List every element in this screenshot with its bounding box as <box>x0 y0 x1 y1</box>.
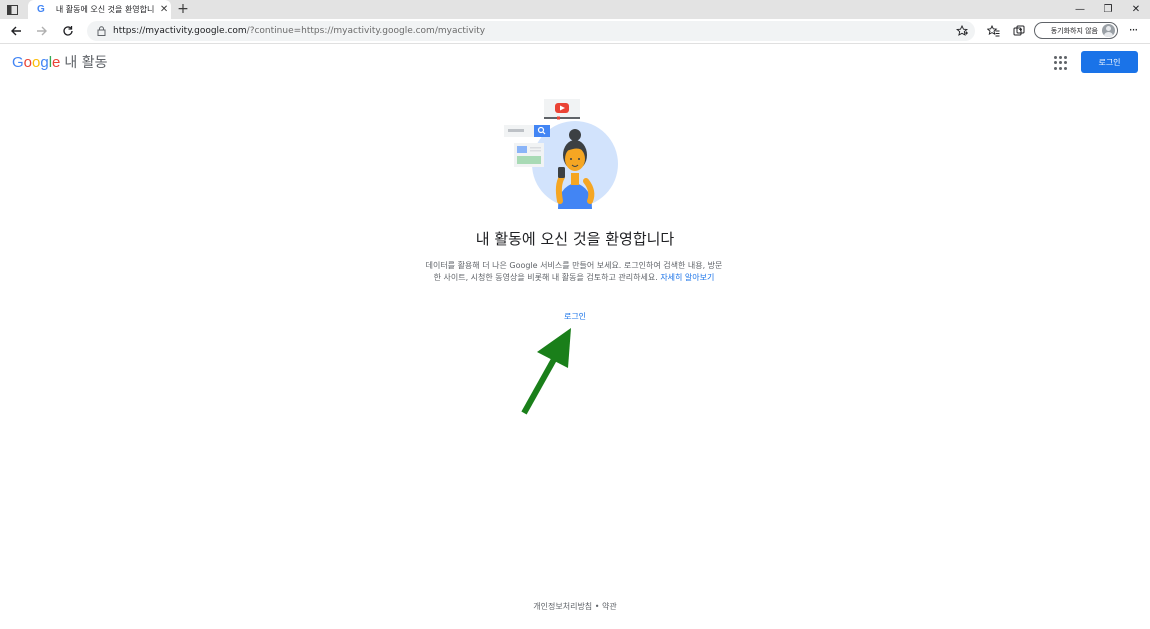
collections-icon[interactable] <box>1010 22 1028 40</box>
forward-button[interactable] <box>32 21 52 41</box>
forward-arrow-icon <box>37 26 47 36</box>
google-logo[interactable]: Google 내 활동 <box>12 52 107 72</box>
page-title: 내 활동에 오신 것을 환영합니다 <box>475 230 675 248</box>
welcome-description: 데이터를 활용해 더 나은 Google 서비스를 만들어 보세요. 로그인하여… <box>424 260 724 284</box>
logo-letter: e <box>52 54 61 71</box>
profile-status-label: 동기화하지 않음 <box>1050 26 1098 35</box>
tab-strip: G 내 활동에 오신 것을 환영합니다 ✕ + — ❐ ✕ <box>0 0 1150 19</box>
logo-letter: o <box>32 54 41 71</box>
green-arrow-annotation <box>521 328 571 415</box>
signin-button[interactable]: 로그인 <box>1081 51 1138 73</box>
welcome-illustration <box>504 99 618 209</box>
back-button[interactable] <box>6 21 26 41</box>
back-arrow-icon <box>11 26 21 36</box>
terms-link[interactable]: 약관 <box>602 602 617 611</box>
favorites-icon[interactable] <box>984 22 1002 40</box>
logo-letter: g <box>40 54 49 71</box>
google-wordmark: Google <box>12 54 60 71</box>
minimize-button[interactable]: — <box>1065 0 1095 19</box>
browser-toolbar: https://myactivity.google.com/?continue=… <box>0 19 1150 44</box>
refresh-icon <box>63 26 73 36</box>
tab-close-icon[interactable]: ✕ <box>157 4 171 15</box>
refresh-button[interactable] <box>58 21 78 41</box>
avatar <box>1102 24 1115 37</box>
url-text[interactable]: https://myactivity.google.com/?continue=… <box>113 26 485 36</box>
lock-icon[interactable] <box>95 25 107 37</box>
url-path: /?continue=https://myactivity.google.com… <box>246 26 486 36</box>
browser-tab[interactable]: G 내 활동에 오신 것을 환영합니다 ✕ <box>28 0 171 19</box>
footer-separator: • <box>594 602 600 611</box>
url-host: myactivity.google.com <box>145 26 247 36</box>
product-name: 내 활동 <box>64 55 108 71</box>
more-options-icon[interactable]: ··· <box>1124 22 1142 40</box>
new-tab-button[interactable]: + <box>176 1 190 17</box>
logo-letter: o <box>23 54 33 71</box>
address-bar[interactable]: https://myactivity.google.com/?continue=… <box>87 21 975 41</box>
tab-actions-icon[interactable] <box>4 2 20 17</box>
learn-more-link[interactable]: 자세히 알아보기 <box>660 273 714 282</box>
add-favorite-icon[interactable] <box>955 24 969 38</box>
privacy-policy-link[interactable]: 개인정보처리방침 <box>533 602 592 611</box>
footer: 개인정보처리방침 • 약관 <box>0 601 1150 612</box>
close-window-button[interactable]: ✕ <box>1121 0 1150 19</box>
url-scheme: https:// <box>113 26 146 36</box>
tab-title: 내 활동에 오신 것을 환영합니다 <box>55 5 156 14</box>
google-favicon-icon: G <box>37 4 45 15</box>
logo-letter: G <box>12 54 24 71</box>
restore-button[interactable]: ❐ <box>1093 0 1123 19</box>
profile-button[interactable]: 동기화하지 않음 <box>1034 22 1118 39</box>
google-apps-icon[interactable] <box>1054 56 1068 70</box>
